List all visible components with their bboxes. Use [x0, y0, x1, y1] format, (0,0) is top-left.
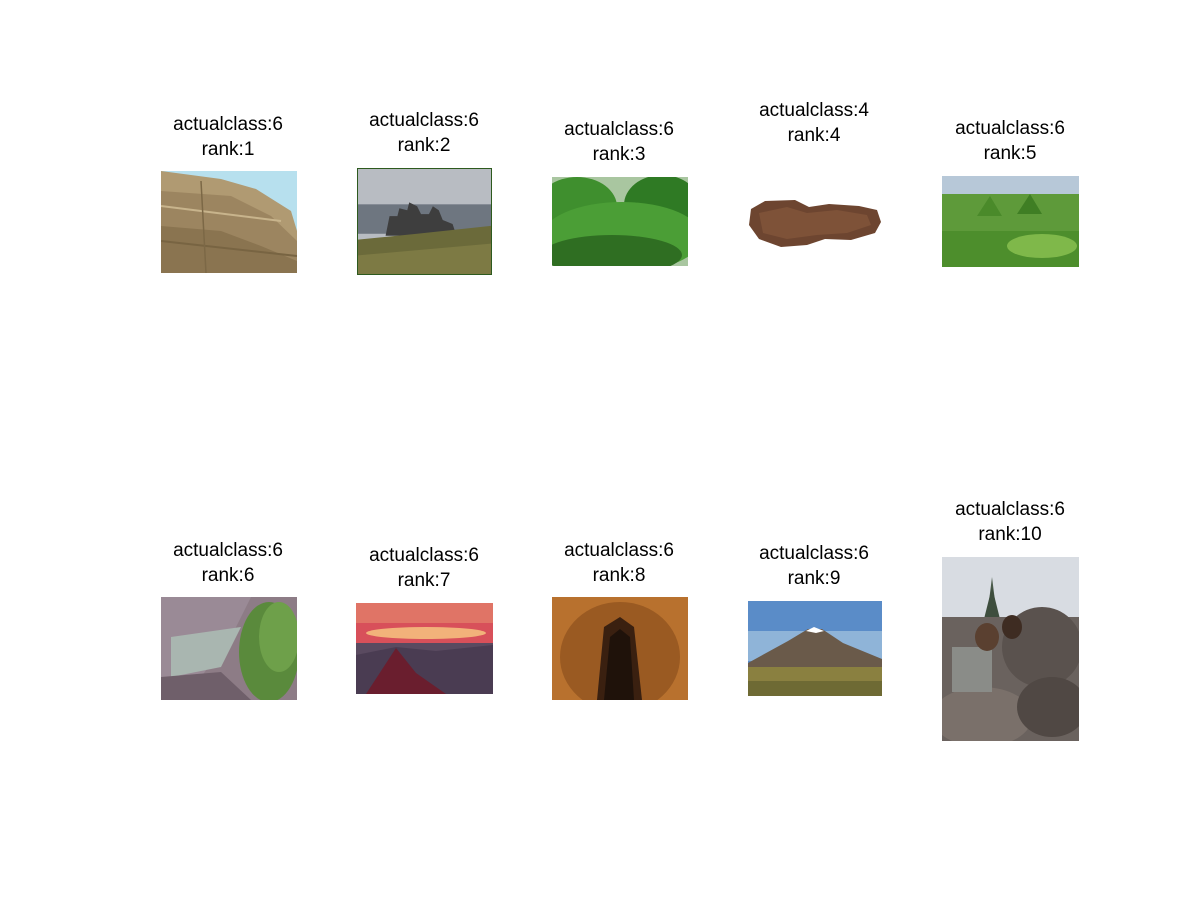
rank-label: rank:3 — [592, 144, 646, 165]
actual-class-label: actualclass:6 — [759, 543, 869, 564]
rank-label: rank:2 — [397, 135, 451, 156]
result-image-8 — [552, 597, 688, 700]
rank-label: rank:4 — [787, 125, 841, 146]
rank-label: rank:9 — [787, 568, 841, 589]
result-title-8: actualclass:6 rank:8 — [519, 538, 719, 588]
result-title-7: actualclass:6 rank:7 — [324, 543, 524, 593]
actual-class-label: actualclass:6 — [955, 118, 1065, 139]
actual-class-label: actualclass:4 — [759, 100, 869, 121]
result-title-9: actualclass:6 rank:9 — [714, 541, 914, 591]
retrieval-results-figure: actualclass:6 rank:1 actualclass:6 rank:… — [0, 0, 1200, 901]
result-image-7 — [356, 603, 493, 694]
actual-class-label: actualclass:6 — [369, 110, 479, 131]
result-title-1: actualclass:6 rank:1 — [128, 112, 328, 162]
result-title-10: actualclass:6 rank:10 — [910, 497, 1110, 547]
actual-class-label: actualclass:6 — [173, 114, 283, 135]
actual-class-label: actualclass:6 — [955, 499, 1065, 520]
result-image-2 — [357, 168, 492, 275]
result-image-6 — [161, 597, 297, 700]
rank-label: rank:7 — [397, 570, 451, 591]
result-title-6: actualclass:6 rank:6 — [128, 538, 328, 588]
actual-class-label: actualclass:6 — [369, 545, 479, 566]
result-image-1 — [161, 171, 297, 273]
rank-label: rank:5 — [983, 143, 1037, 164]
result-title-5: actualclass:6 rank:5 — [910, 116, 1110, 166]
rank-label: rank:10 — [978, 524, 1042, 545]
result-image-4 — [747, 195, 883, 250]
actual-class-label: actualclass:6 — [173, 540, 283, 561]
actual-class-label: actualclass:6 — [564, 540, 674, 561]
result-title-2: actualclass:6 rank:2 — [324, 108, 524, 158]
rank-label: rank:6 — [201, 565, 255, 586]
result-title-4: actualclass:4 rank:4 — [714, 98, 914, 148]
result-title-3: actualclass:6 rank:3 — [519, 117, 719, 167]
result-image-9 — [748, 601, 882, 696]
rank-label: rank:1 — [201, 139, 255, 160]
rank-label: rank:8 — [592, 565, 646, 586]
result-image-10 — [942, 557, 1079, 741]
actual-class-label: actualclass:6 — [564, 119, 674, 140]
result-image-3 — [552, 177, 688, 266]
result-image-5 — [942, 176, 1079, 267]
